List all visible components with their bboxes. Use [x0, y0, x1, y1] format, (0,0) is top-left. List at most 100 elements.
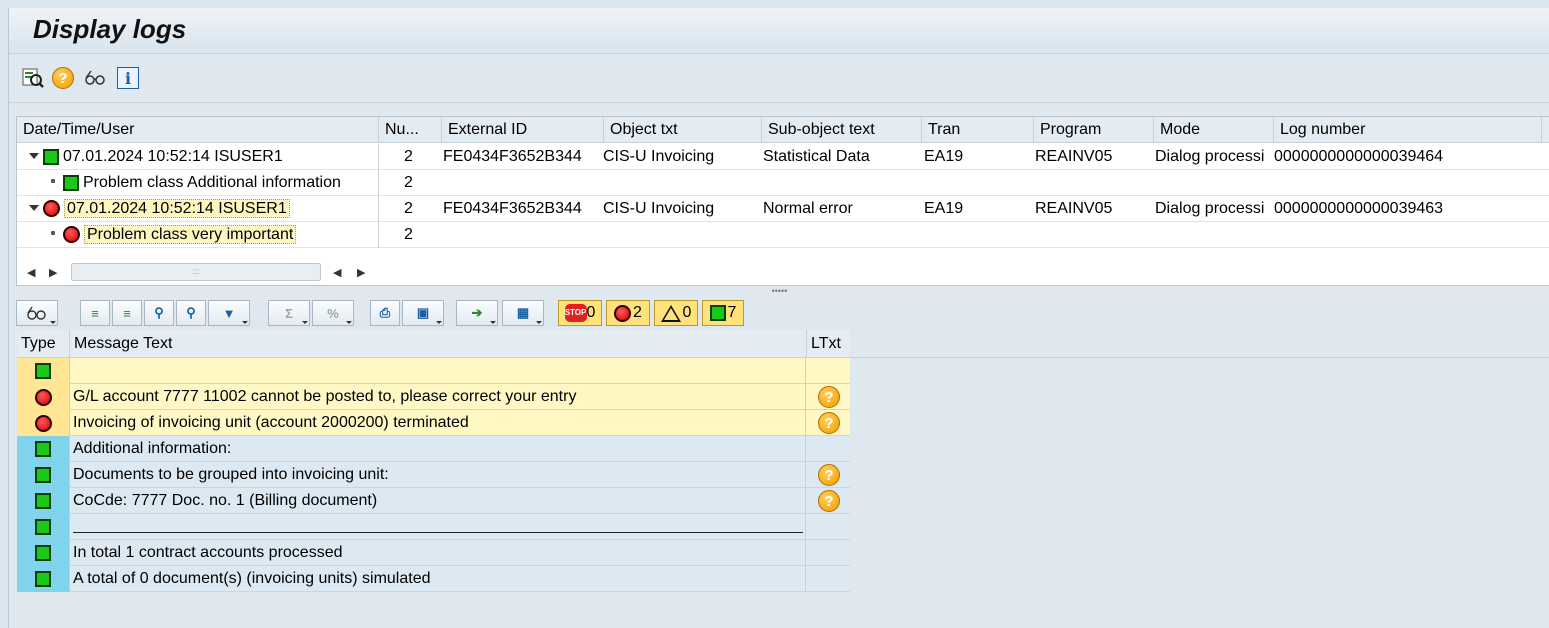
separator-line	[73, 532, 803, 533]
sap-window: Display logs ? i Date/Time/User Nu... Ex…	[8, 8, 1549, 628]
filter-warning-button[interactable]: 0	[654, 300, 698, 326]
subtotal-button[interactable]: %	[312, 300, 354, 326]
message-text: Documents to be grouped into invoicing u…	[73, 462, 806, 488]
long-text-help-icon[interactable]: ?	[818, 412, 840, 434]
stop-icon: STOP	[564, 304, 587, 322]
log-row[interactable]: Problem class Additional information 2	[17, 170, 1549, 196]
filter-stop-button[interactable]: STOP 0	[558, 300, 602, 326]
success-icon	[35, 441, 51, 457]
message-table: Type Message Text LTxt G/L account 7777 …	[17, 330, 850, 592]
message-row[interactable]: Additional information:	[17, 436, 850, 462]
success-icon	[35, 493, 51, 509]
message-row[interactable]: G/L account 7777 11002 cannot be posted …	[17, 384, 850, 410]
log-subobject: Normal error	[763, 200, 853, 217]
total-button[interactable]: Σ	[268, 300, 310, 326]
message-row[interactable]: CoCde: 7777 Doc. no. 1 (Billing document…	[17, 488, 850, 514]
filter-success-button[interactable]: 7	[702, 300, 744, 326]
log-row[interactable]: 07.01.2024 10:52:14 ISUSER1 2 FE0434F365…	[17, 196, 1549, 222]
filter-error-button[interactable]: 2	[606, 300, 650, 326]
sort-ascending-button[interactable]: ≡	[80, 300, 110, 326]
message-table-header: Type Message Text LTxt	[17, 330, 850, 358]
find-next-button[interactable]: ⚲	[176, 300, 206, 326]
col-type[interactable]: Type	[17, 330, 70, 358]
long-text-help-icon[interactable]: ?	[818, 464, 840, 486]
success-icon	[35, 363, 51, 379]
col-date-time-user[interactable]: Date/Time/User	[17, 117, 379, 143]
info-icon[interactable]: i	[116, 66, 140, 90]
scroll-right-icon[interactable]: ▶	[357, 266, 365, 279]
find-icon[interactable]	[21, 66, 45, 90]
col-message-text[interactable]: Message Text	[70, 330, 807, 358]
log-subobject: Statistical Data	[763, 148, 870, 165]
col-number[interactable]: Nu...	[379, 117, 442, 143]
message-text	[73, 514, 806, 540]
error-icon	[614, 304, 632, 322]
log-table-header: Date/Time/User Nu... External ID Object …	[17, 117, 1549, 143]
export-button[interactable]: ➔	[456, 300, 498, 326]
views-button[interactable]: ▣	[402, 300, 444, 326]
glasses-icon[interactable]	[83, 66, 107, 90]
message-toolbar: ≡ ≡ ⚲ ⚲ ▼ Σ % ⎙ ▣ ➔ ▦ STOP 0 2 0 7	[16, 298, 1549, 328]
log-tran: EA19	[924, 200, 964, 217]
col-tran[interactable]: Tran	[922, 117, 1034, 143]
green-status-icon	[63, 174, 79, 191]
scroll-left-icon[interactable]: ◀	[27, 266, 35, 279]
title-bar: Display logs	[9, 8, 1549, 54]
print-button[interactable]: ⎙	[370, 300, 400, 326]
scroll-left-icon[interactable]: ◀	[333, 266, 341, 279]
log-program: REAINV05	[1035, 148, 1113, 165]
filter-button[interactable]: ▼	[208, 300, 250, 326]
green-status-icon	[43, 148, 59, 165]
log-object-txt: CIS-U Invoicing	[603, 148, 715, 165]
error-icon	[34, 414, 52, 432]
message-text	[73, 358, 806, 384]
log-tree-label: Problem class Additional information	[83, 174, 341, 191]
expand-arrow-icon[interactable]	[29, 204, 39, 211]
log-tran: EA19	[924, 148, 964, 165]
log-number: 0000000000000039464	[1274, 148, 1444, 165]
details-button[interactable]	[16, 300, 58, 326]
log-num: 2	[404, 174, 413, 191]
long-text-help-icon[interactable]: ?	[818, 386, 840, 408]
message-row[interactable]: Documents to be grouped into invoicing u…	[17, 462, 850, 488]
success-icon	[35, 545, 51, 561]
col-external-id[interactable]: External ID	[442, 117, 604, 143]
message-row[interactable]: A total of 0 document(s) (invoicing unit…	[17, 566, 850, 592]
log-tree-label: 07.01.2024 10:52:14 ISUSER1	[63, 148, 283, 165]
col-ltxt[interactable]: LTxt	[807, 330, 850, 358]
col-sub-object-text[interactable]: Sub-object text	[762, 117, 922, 143]
log-number: 0000000000000039463	[1274, 200, 1444, 217]
horizontal-scrollbar[interactable]: ◀ ▶ ::: ◀ ▶	[17, 261, 377, 283]
message-text: In total 1 contract accounts processed	[73, 540, 806, 566]
page-title: Display logs	[33, 14, 187, 44]
log-row[interactable]: 07.01.2024 10:52:14 ISUSER1 2 FE0434F365…	[17, 144, 1549, 170]
message-row[interactable]	[17, 358, 850, 384]
message-row[interactable]: Invoicing of invoicing unit (account 200…	[17, 410, 850, 436]
log-mode: Dialog processi	[1155, 148, 1265, 165]
message-text: Additional information:	[73, 436, 806, 462]
log-mode: Dialog processi	[1155, 200, 1265, 217]
log-row[interactable]: Problem class very important 2	[17, 222, 1549, 248]
success-icon	[35, 571, 51, 587]
error-icon	[34, 388, 52, 406]
scroll-thumb[interactable]: :::	[71, 263, 321, 281]
pane-splitter[interactable]: •••••	[9, 286, 1549, 298]
find-button[interactable]: ⚲	[144, 300, 174, 326]
help-icon[interactable]: ?	[51, 66, 75, 90]
log-program: REAINV05	[1035, 200, 1113, 217]
message-text: Invoicing of invoicing unit (account 200…	[73, 410, 806, 436]
col-object-txt[interactable]: Object txt	[604, 117, 762, 143]
col-mode[interactable]: Mode	[1154, 117, 1274, 143]
success-icon	[709, 305, 726, 321]
col-log-number[interactable]: Log number	[1274, 117, 1542, 143]
message-row[interactable]	[17, 514, 850, 540]
col-program[interactable]: Program	[1034, 117, 1154, 143]
message-row[interactable]: In total 1 contract accounts processed	[17, 540, 850, 566]
log-tree-label: Problem class very important	[84, 225, 297, 244]
long-text-help-icon[interactable]: ?	[818, 490, 840, 512]
sort-descending-button[interactable]: ≡	[112, 300, 142, 326]
expand-arrow-icon[interactable]	[29, 152, 39, 159]
log-num: 2	[404, 148, 413, 165]
layout-button[interactable]: ▦	[502, 300, 544, 326]
scroll-right-icon[interactable]: ▶	[49, 266, 57, 279]
